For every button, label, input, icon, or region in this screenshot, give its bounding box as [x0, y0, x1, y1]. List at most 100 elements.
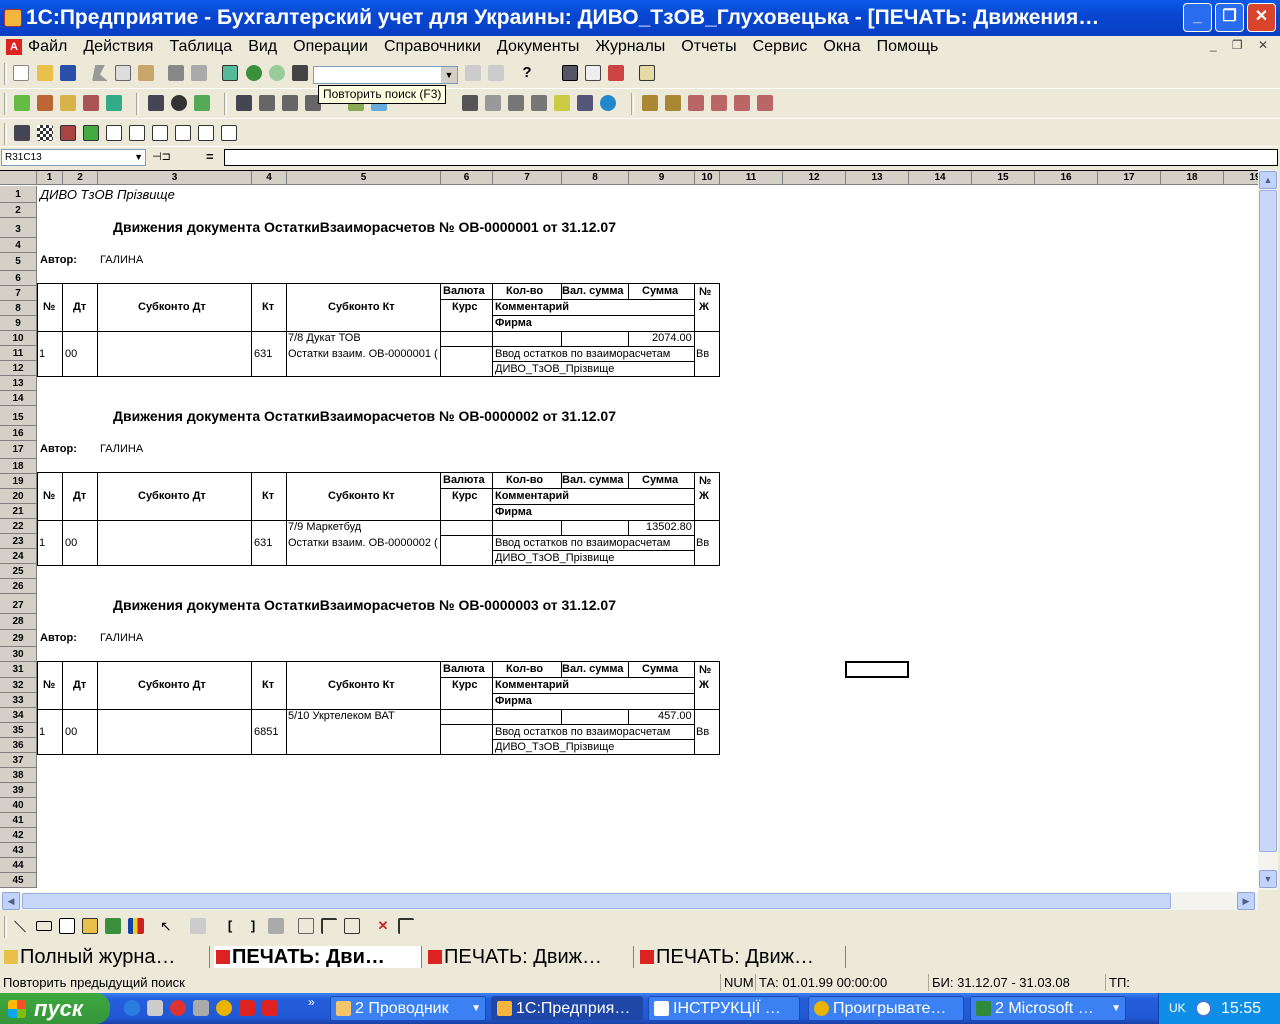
column-header[interactable]: 9	[629, 171, 695, 185]
row-header[interactable]: 14	[0, 391, 37, 406]
people-icon[interactable]	[642, 95, 658, 111]
column-header[interactable]: 16	[1035, 171, 1098, 185]
sheet-corner[interactable]	[0, 171, 37, 185]
copy-icon[interactable]	[115, 65, 131, 81]
toolbar-grip[interactable]	[4, 123, 7, 145]
toolbar-grip[interactable]	[224, 93, 227, 115]
document-list-icon[interactable]	[148, 95, 164, 111]
send-back-icon[interactable]: ]	[245, 918, 261, 934]
rectangle-icon[interactable]	[36, 921, 52, 931]
row-header[interactable]: 27	[0, 594, 37, 614]
column-header[interactable]: 17	[1098, 171, 1161, 185]
column-header[interactable]: 15	[972, 171, 1035, 185]
ruler-icon[interactable]	[344, 918, 360, 934]
row-header[interactable]: 21	[0, 504, 37, 519]
minimize-button[interactable]: _	[1183, 3, 1212, 32]
row-header[interactable]: 44	[0, 858, 37, 873]
scroll-down-button[interactable]: ▼	[1259, 870, 1277, 888]
cut-icon[interactable]	[92, 65, 108, 81]
text-form3-icon[interactable]	[175, 125, 191, 141]
menu-file[interactable]: Файл	[28, 38, 67, 56]
constants-icon[interactable]	[60, 95, 76, 111]
account-analysis-icon[interactable]	[282, 95, 298, 111]
row-header[interactable]: 7	[0, 286, 37, 301]
maximize-button[interactable]: ❐	[1215, 3, 1244, 32]
task-explorer[interactable]: 2 Проводник ▼	[330, 996, 486, 1021]
print-icon[interactable]	[168, 65, 184, 81]
row-header[interactable]: 20	[0, 489, 37, 504]
menu-view[interactable]: Вид	[248, 38, 277, 56]
dm-icon[interactable]	[194, 95, 210, 111]
menu-service[interactable]: Сервис	[753, 38, 808, 56]
link-icon[interactable]	[485, 95, 501, 111]
text-form4-icon[interactable]	[198, 125, 214, 141]
row-header[interactable]: 43	[0, 843, 37, 858]
report-list-icon[interactable]	[236, 95, 252, 111]
calc-table-icon[interactable]	[562, 65, 578, 81]
calculator-icon[interactable]	[222, 65, 238, 81]
account-card-icon[interactable]	[259, 95, 275, 111]
save-icon[interactable]	[60, 65, 76, 81]
tab-print-active[interactable]: ПЕЧАТЬ: Дви…	[214, 946, 422, 968]
column-header[interactable]: 5	[287, 171, 441, 185]
formula-equals-button[interactable]: =	[206, 149, 214, 164]
row-header[interactable]: 30	[0, 647, 37, 662]
form1-icon[interactable]	[60, 125, 76, 141]
align-icon[interactable]	[268, 918, 284, 934]
row-header[interactable]: 13	[0, 376, 37, 391]
row-header[interactable]: 32	[0, 678, 37, 693]
column-header[interactable]: 19	[1224, 171, 1258, 185]
tab-journal[interactable]: Полный журна…	[2, 946, 210, 968]
column-header[interactable]: 1	[37, 171, 63, 185]
row-header[interactable]: 42	[0, 828, 37, 843]
more-quicklaunch-icon[interactable]: »	[308, 995, 315, 1009]
row-header[interactable]: 34	[0, 708, 37, 723]
scroll-left-button[interactable]: ◀	[2, 892, 20, 910]
column-header[interactable]: 12	[783, 171, 846, 185]
tools2-icon[interactable]	[711, 95, 727, 111]
row-header[interactable]: 26	[0, 579, 37, 594]
tools3-icon[interactable]	[734, 95, 750, 111]
operations-icon[interactable]	[106, 95, 122, 111]
edit-icon[interactable]	[608, 65, 624, 81]
task-word[interactable]: ІНСТРУКЦІЇ …	[648, 996, 800, 1021]
row-header[interactable]: 24	[0, 549, 37, 564]
binoculars-icon[interactable]	[292, 65, 308, 81]
column-header[interactable]: 2	[63, 171, 98, 185]
redo-icon[interactable]	[269, 65, 285, 81]
scroll-up-button[interactable]: ▲	[1259, 171, 1277, 189]
menu-reports[interactable]: Отчеты	[681, 38, 736, 56]
book-icon[interactable]	[639, 65, 655, 81]
row-header[interactable]: 37	[0, 753, 37, 768]
tools4-icon[interactable]	[757, 95, 773, 111]
print-preview-icon[interactable]	[191, 65, 207, 81]
row-header[interactable]: 2	[0, 203, 37, 218]
row-header[interactable]: 28	[0, 614, 37, 630]
bar-chart-icon[interactable]	[221, 125, 237, 141]
menu-help[interactable]: Помощь	[877, 38, 939, 56]
mdi-window-buttons[interactable]: _ ❐ ✕	[1210, 38, 1274, 52]
row-header[interactable]: 40	[0, 798, 37, 813]
ole-object-icon[interactable]	[105, 918, 121, 934]
search-combo[interactable]: ▼	[313, 66, 458, 84]
tools-icon[interactable]	[688, 95, 704, 111]
task-player[interactable]: Проигрывате…	[808, 996, 964, 1021]
spreadsheet[interactable]: 1 2 3 4 5 6 7 8 9 10 11 12 13 14 15 16 1…	[0, 170, 1258, 892]
text-form-icon[interactable]	[129, 125, 145, 141]
tab-print-3[interactable]: ПЕЧАТЬ: Движ…	[638, 946, 846, 968]
column-header[interactable]: 11	[720, 171, 783, 185]
onec2-icon[interactable]	[262, 1000, 278, 1016]
chevron-down-icon[interactable]: ▼	[134, 150, 143, 165]
toolbar-grip[interactable]	[4, 63, 7, 85]
nn-icon[interactable]	[508, 95, 524, 111]
form3-icon[interactable]	[106, 125, 122, 141]
table-icon[interactable]	[14, 125, 30, 141]
row-header[interactable]: 5	[0, 253, 37, 271]
chevron-down-icon[interactable]: ▼	[441, 67, 457, 83]
help-icon[interactable]: ?	[519, 65, 535, 81]
row-header[interactable]: 35	[0, 723, 37, 738]
row-header[interactable]: 22	[0, 519, 37, 534]
find-next-icon[interactable]	[465, 65, 481, 81]
row-header[interactable]: 23	[0, 534, 37, 549]
chessboard-icon[interactable]	[37, 125, 53, 141]
